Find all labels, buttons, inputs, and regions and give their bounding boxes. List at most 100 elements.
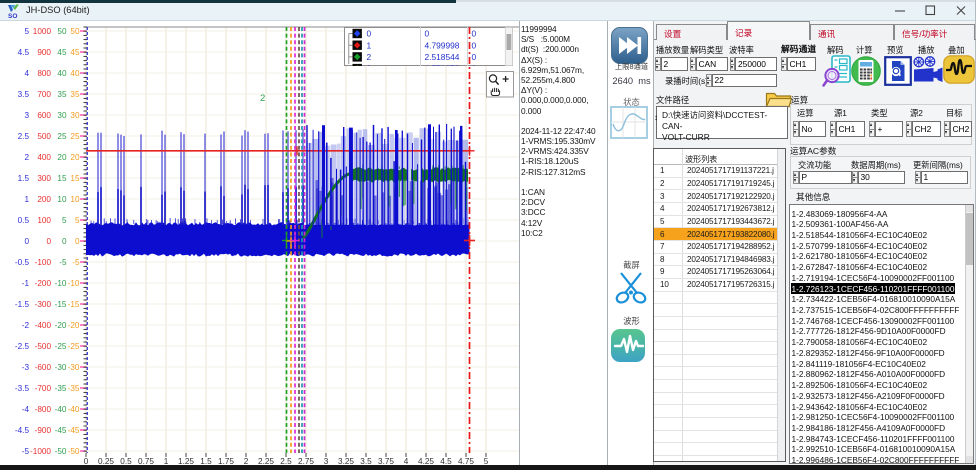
svg-text:2: 2 [260,93,265,104]
svg-text:15: 15 [57,174,67,183]
svg-text:-30: -30 [68,363,80,372]
svg-text:-4.5: -4.5 [15,426,30,435]
svg-text:4.25: 4.25 [418,457,434,465]
svg-text:0: 0 [472,40,477,50]
svg-text:0.5: 0.5 [18,216,30,225]
svg-text:100: 100 [37,216,51,225]
svg-text:5: 5 [75,216,80,225]
svg-text:-600: -600 [35,363,52,372]
svg-text:3.25: 3.25 [338,457,354,465]
svg-text:3.75: 3.75 [378,457,394,465]
svg-text:-900: -900 [35,426,52,435]
svg-text:-25: -25 [68,342,80,351]
svg-text:1.75: 1.75 [218,457,234,465]
svg-text:-3: -3 [22,363,30,372]
svg-text:5: 5 [484,457,489,465]
svg-text:1.5: 1.5 [200,457,212,465]
svg-text:-3.5: -3.5 [15,384,30,393]
svg-text:-2: -2 [22,321,30,330]
svg-text:-10: -10 [55,279,67,288]
svg-text:2: 2 [367,52,372,62]
svg-text:1: 1 [367,40,372,50]
svg-text:5: 5 [24,27,29,36]
svg-text:SO: SO [8,13,17,19]
svg-text:0: 0 [84,457,89,465]
svg-text:-20: -20 [55,321,67,330]
svg-text:-700: -700 [35,384,52,393]
svg-text:-4: -4 [22,405,30,414]
svg-text:-35: -35 [55,384,67,393]
svg-text:-35: -35 [68,384,80,393]
svg-text:1.5: 1.5 [18,174,30,183]
svg-text:-5: -5 [22,447,30,456]
svg-text:800: 800 [37,69,51,78]
svg-text:35: 35 [57,90,67,99]
svg-text:3: 3 [24,111,29,120]
svg-text:-0.5: -0.5 [15,258,30,267]
svg-text:-40: -40 [68,405,80,414]
svg-text:0.25: 0.25 [98,457,114,465]
svg-text:3.5: 3.5 [360,457,372,465]
svg-text:25: 25 [57,132,67,141]
svg-text:0: 0 [472,29,477,39]
svg-text:400: 400 [37,153,51,162]
svg-text:30: 30 [57,111,67,120]
svg-text:200: 200 [37,195,51,204]
svg-text:40: 40 [57,69,67,78]
svg-text:-800: -800 [35,405,52,414]
svg-text:4.5: 4.5 [18,48,30,57]
svg-text:-100: -100 [35,258,52,267]
svg-text:0: 0 [425,29,430,39]
svg-text:-5: -5 [59,258,67,267]
svg-text:5: 5 [62,216,67,225]
svg-text:45: 45 [57,48,67,57]
svg-text:4: 4 [404,457,409,465]
svg-text:0.5: 0.5 [120,457,132,465]
svg-text:-45: -45 [55,426,67,435]
svg-text:0: 0 [62,237,67,246]
svg-text:-30: -30 [55,363,67,372]
svg-text:4.799998: 4.799998 [425,40,460,50]
svg-text:-1000: -1000 [30,447,51,456]
svg-text:1: 1 [24,195,29,204]
svg-text:-300: -300 [35,300,52,309]
svg-text:-50: -50 [68,447,80,456]
svg-text:-40: -40 [55,405,67,414]
svg-text:300: 300 [37,174,51,183]
svg-text:-1: -1 [22,279,30,288]
svg-text:2.75: 2.75 [298,457,314,465]
svg-text:-2.5: -2.5 [15,342,30,351]
svg-text:4.75: 4.75 [458,457,474,465]
svg-text:700: 700 [37,90,51,99]
svg-text:4.5: 4.5 [440,457,452,465]
svg-text:2.5: 2.5 [280,457,292,465]
svg-text:500: 500 [37,132,51,141]
svg-text:30: 30 [70,111,80,120]
svg-text:-50: -50 [55,447,67,456]
svg-text:2: 2 [244,457,249,465]
svg-text:-20: -20 [68,321,80,330]
svg-text:-500: -500 [35,342,52,351]
svg-text:0: 0 [75,237,80,246]
svg-text:600: 600 [37,111,51,120]
svg-text:-25: -25 [55,342,67,351]
svg-text:1.25: 1.25 [178,457,194,465]
svg-text:2.518544: 2.518544 [425,52,460,62]
svg-text:1000: 1000 [33,27,52,36]
svg-text:40: 40 [70,69,80,78]
svg-text:20: 20 [57,153,67,162]
svg-text:0: 0 [24,237,29,246]
svg-text:-400: -400 [35,321,52,330]
svg-text:35: 35 [70,90,80,99]
svg-text:45: 45 [70,48,80,57]
svg-text:3.5: 3.5 [18,90,30,99]
svg-text:2: 2 [24,153,29,162]
svg-text:50: 50 [70,27,80,36]
svg-text:50: 50 [57,27,67,36]
svg-text:10: 10 [70,195,80,204]
svg-text:900: 900 [37,48,51,57]
svg-text:-1.5: -1.5 [15,300,30,309]
svg-text:0.75: 0.75 [138,457,154,465]
svg-text:2.5: 2.5 [18,132,30,141]
svg-text:2.25: 2.25 [258,457,274,465]
